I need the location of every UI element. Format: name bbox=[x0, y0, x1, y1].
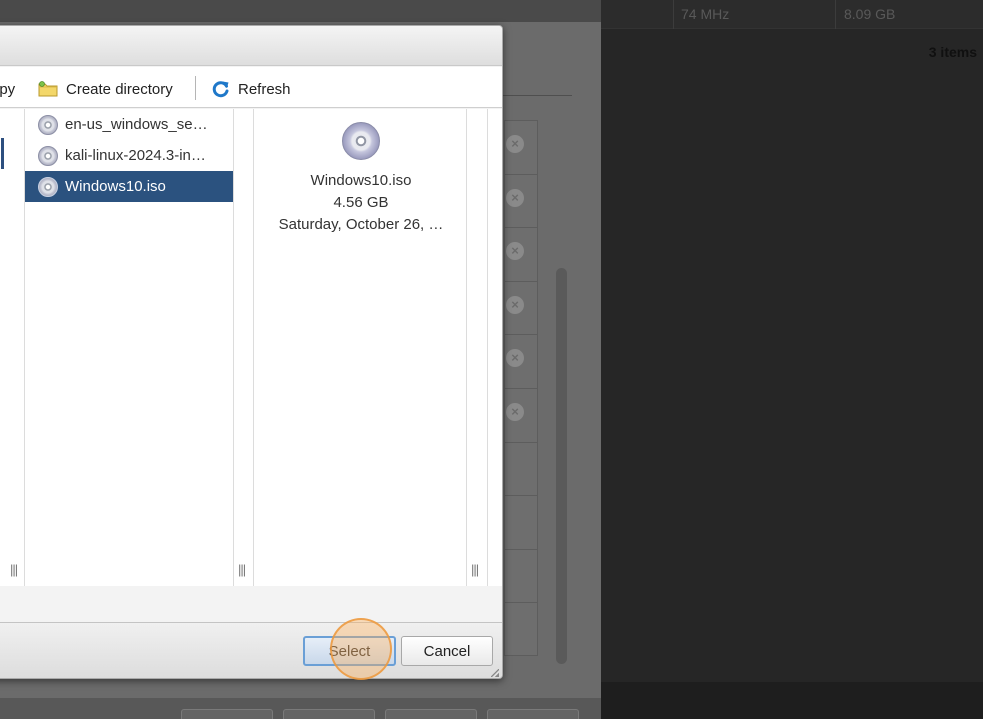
file-name: Windows10.iso bbox=[65, 178, 166, 195]
background-list: × × × × × × bbox=[504, 120, 538, 656]
refresh-icon bbox=[212, 80, 230, 98]
list-item bbox=[505, 496, 537, 550]
background-right-panel bbox=[601, 0, 983, 719]
select-button[interactable]: Select bbox=[303, 636, 396, 666]
datastore-browser-dialog: opy Create directory Refresh bbox=[0, 25, 503, 679]
remove-icon: × bbox=[506, 402, 524, 421]
column-divider bbox=[673, 0, 674, 29]
background-table-row: 74 MHz 8.09 GB bbox=[601, 0, 983, 29]
preview-file-size: 4.56 GB bbox=[333, 194, 389, 211]
file-preview: Windows10.iso 4.56 GB Saturday, October … bbox=[255, 122, 467, 236]
preview-file-name: Windows10.iso bbox=[310, 172, 412, 189]
pane-divider[interactable] bbox=[233, 109, 234, 586]
background-button bbox=[181, 709, 273, 719]
remove-icon: × bbox=[506, 242, 524, 261]
create-directory-label: Create directory bbox=[66, 80, 173, 98]
column-resize-grip[interactable]: ||| bbox=[238, 562, 246, 577]
background-right-footer bbox=[601, 682, 983, 719]
remove-icon: × bbox=[506, 188, 524, 207]
remove-icon: × bbox=[506, 295, 524, 314]
copy-label: opy bbox=[0, 80, 16, 98]
list-item: × bbox=[505, 389, 537, 443]
list-item bbox=[505, 550, 537, 604]
list-item bbox=[505, 603, 537, 657]
list-item: × bbox=[505, 228, 537, 282]
disc-icon bbox=[342, 122, 380, 160]
new-folder-icon bbox=[38, 81, 58, 97]
background-divider bbox=[496, 95, 572, 96]
remove-icon: × bbox=[506, 349, 524, 368]
pane-divider bbox=[253, 109, 254, 586]
memory-cell: 8.09 GB bbox=[844, 6, 896, 22]
background-button bbox=[283, 709, 375, 719]
remove-icon: × bbox=[506, 135, 524, 153]
list-item: × bbox=[505, 121, 537, 175]
disc-icon bbox=[38, 114, 58, 135]
column-resize-grip[interactable]: ||| bbox=[471, 562, 479, 577]
refresh-button[interactable]: Refresh bbox=[212, 79, 291, 99]
folder-selection-indicator[interactable] bbox=[1, 138, 4, 169]
column-divider bbox=[835, 0, 836, 29]
create-directory-button[interactable]: Create directory bbox=[38, 79, 173, 99]
file-name: kali-linux-2024.3-in… bbox=[65, 147, 206, 164]
list-item: × bbox=[505, 335, 537, 389]
dialog-title-bar[interactable] bbox=[0, 26, 502, 66]
list-item bbox=[505, 443, 537, 497]
resize-grip[interactable] bbox=[491, 669, 499, 677]
copy-button[interactable]: opy bbox=[0, 79, 15, 99]
list-item: × bbox=[505, 175, 537, 229]
background-scrollbar bbox=[556, 268, 567, 664]
file-item-windows10[interactable]: Windows10.iso bbox=[25, 171, 233, 202]
dialog-footer: Select Cancel bbox=[0, 622, 502, 678]
file-item-en-us-windows[interactable]: en-us_windows_se… bbox=[25, 109, 233, 140]
file-item-kali-linux[interactable]: kali-linux-2024.3-in… bbox=[25, 140, 233, 171]
pane-divider bbox=[487, 109, 488, 586]
background-button bbox=[385, 709, 477, 719]
list-item: × bbox=[505, 282, 537, 336]
cancel-button[interactable]: Cancel bbox=[401, 636, 493, 666]
toolbar: opy Create directory Refresh bbox=[0, 67, 502, 108]
cpu-cell: 74 MHz bbox=[681, 6, 730, 22]
column-resize-grip[interactable]: ||| bbox=[10, 562, 18, 577]
background-button bbox=[487, 709, 579, 719]
toolbar-separator bbox=[195, 76, 196, 100]
refresh-label: Refresh bbox=[238, 80, 291, 98]
file-name: en-us_windows_se… bbox=[65, 116, 208, 133]
item-count: 3 items bbox=[928, 44, 977, 60]
preview-file-date: Saturday, October 26, … bbox=[278, 216, 444, 233]
background-header bbox=[0, 0, 601, 22]
disc-icon bbox=[38, 145, 58, 166]
disc-icon bbox=[38, 176, 58, 197]
browser-panes: en-us_windows_se… kali-linux-2024.3-in… … bbox=[0, 109, 502, 669]
